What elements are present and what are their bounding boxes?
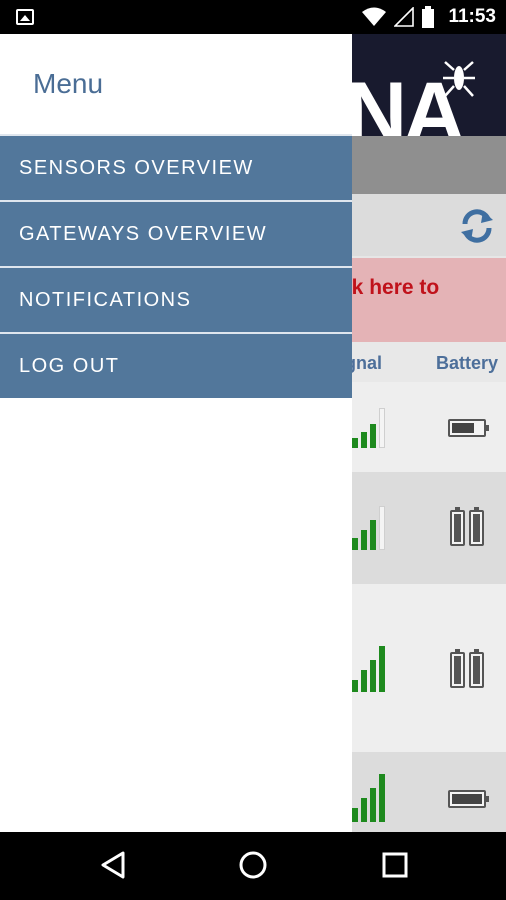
battery-full-icon <box>448 790 489 808</box>
screen: 11:53 NA ck here to ignal Battery Menu S… <box>0 0 506 900</box>
signal-strength-icon <box>352 774 385 822</box>
signal-strength-icon <box>352 408 385 448</box>
battery-low-icon <box>448 419 489 437</box>
home-icon[interactable] <box>238 850 268 880</box>
battery-full-icon <box>450 507 465 546</box>
battery-status-icon <box>422 6 435 28</box>
menu-item-label: GATEWAYS OVERVIEW <box>19 222 268 245</box>
status-icons: 11:53 <box>362 0 496 34</box>
menu-item-gateways-overview[interactable]: GATEWAYS OVERVIEW <box>0 200 352 266</box>
menu-item-label: SENSORS OVERVIEW <box>19 156 254 179</box>
battery-full-icon <box>469 649 484 688</box>
status-bar: 11:53 <box>0 0 506 34</box>
menu-item-label: NOTIFICATIONS <box>19 288 192 311</box>
menu-item-label: LOG OUT <box>19 354 120 377</box>
signal-strength-icon <box>352 506 385 550</box>
wifi-icon <box>362 7 387 26</box>
battery-column-header: Battery <box>436 353 499 373</box>
menu-item-log-out[interactable]: LOG OUT <box>0 332 352 398</box>
battery-full-icon <box>469 507 484 546</box>
back-icon[interactable] <box>100 850 126 880</box>
refresh-icon[interactable] <box>458 207 496 245</box>
menu-item-notifications[interactable]: NOTIFICATIONS <box>0 266 352 332</box>
signal-strength-icon <box>352 646 385 692</box>
clock: 11:53 <box>448 6 496 27</box>
bug-logo-icon <box>443 61 475 97</box>
menu-item-sensors-overview[interactable]: SENSORS OVERVIEW <box>0 134 352 200</box>
menu-list: SENSORS OVERVIEW GATEWAYS OVERVIEW NOTIF… <box>0 134 352 398</box>
drawer-title: Menu <box>33 68 104 99</box>
cellular-signal-icon <box>394 7 415 27</box>
image-notification-icon <box>16 9 34 25</box>
battery-full-icon <box>450 649 465 688</box>
navigation-drawer: Menu SENSORS OVERVIEW GATEWAYS OVERVIEW … <box>0 34 352 832</box>
navigation-bar <box>0 832 506 900</box>
warning-text: ck here to <box>340 276 440 299</box>
recents-icon[interactable] <box>381 850 409 880</box>
